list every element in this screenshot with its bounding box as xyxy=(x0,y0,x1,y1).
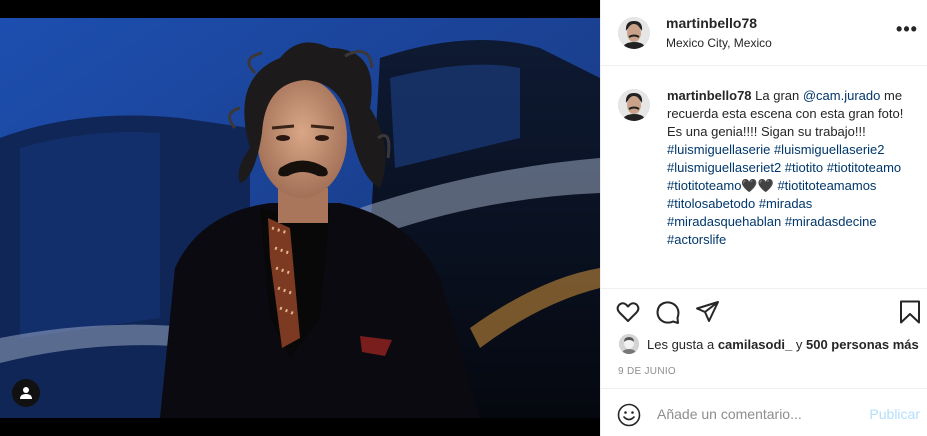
post-header: martinbello78 Mexico City, Mexico ••• xyxy=(601,0,927,66)
hashtag[interactable]: #miradasquehablan xyxy=(667,214,781,229)
tagged-users-button[interactable] xyxy=(12,379,40,407)
caption: martinbello78 La gran @cam.jurado me rec… xyxy=(618,87,918,249)
user-silhouette-icon xyxy=(20,387,32,399)
liker-username[interactable]: camilasodi_ xyxy=(718,337,792,352)
likes-summary: Les gusta a camilasodi_ y 500 personas m… xyxy=(619,334,919,354)
caption-username[interactable]: martinbello78 xyxy=(667,88,752,103)
caption-text: martinbello78 La gran @cam.jurado me rec… xyxy=(667,87,907,249)
photo-image xyxy=(0,18,600,418)
heart-icon[interactable] xyxy=(615,299,641,325)
post-photo[interactable] xyxy=(0,0,600,436)
hashtag[interactable]: #tiotitoteamamos xyxy=(777,178,876,193)
bookmark-icon[interactable] xyxy=(897,299,923,325)
liker-avatar[interactable] xyxy=(619,334,639,354)
post-side-panel: martinbello78 Mexico City, Mexico ••• ma… xyxy=(600,0,927,436)
likes-middle: y xyxy=(792,336,806,352)
hashtag[interactable]: #luismiguellaseriet2 xyxy=(667,160,781,175)
smiley-icon[interactable] xyxy=(617,403,641,427)
likes-count[interactable]: 500 personas más xyxy=(806,337,919,352)
more-options-icon: ••• xyxy=(896,19,918,39)
hashtag[interactable]: #tiotitoteamo xyxy=(827,160,901,175)
post-actions xyxy=(615,299,920,327)
actions-divider xyxy=(601,288,927,289)
caption-mention[interactable]: @cam.jurado xyxy=(803,88,881,103)
post-date[interactable]: 9 DE JUNIO xyxy=(618,366,676,377)
hashtag[interactable]: #luismiguellaserie xyxy=(667,142,770,157)
avatar-image xyxy=(618,89,650,121)
more-options-button[interactable]: ••• xyxy=(896,19,918,42)
avatar-image xyxy=(618,16,650,49)
comment-input[interactable] xyxy=(657,403,857,425)
hashtag[interactable]: #tiotito xyxy=(785,160,823,175)
header-location[interactable]: Mexico City, Mexico xyxy=(666,35,772,51)
hashtag[interactable]: #tiotitoteamo🖤🖤 xyxy=(667,178,774,193)
caption-intro: La gran xyxy=(751,88,803,103)
hashtag[interactable]: #miradasdecine xyxy=(785,214,877,229)
publish-button[interactable]: Publicar xyxy=(869,406,920,422)
hashtag[interactable]: #miradas xyxy=(759,196,812,211)
comment-bar: Publicar xyxy=(601,388,927,436)
avatar-image xyxy=(619,334,639,354)
hashtag[interactable]: #titolosabetodo xyxy=(667,196,755,211)
hashtag[interactable]: #luismiguellaserie2 xyxy=(774,142,885,157)
likes-text: Les gusta a camilasodi_ y 500 personas m… xyxy=(647,337,919,352)
post-header-text: martinbello78 Mexico City, Mexico xyxy=(666,14,772,51)
photo-frame xyxy=(0,18,600,418)
speech-bubble-icon[interactable] xyxy=(655,299,681,325)
caption-avatar[interactable] xyxy=(618,89,650,121)
paper-plane-icon[interactable] xyxy=(695,299,721,325)
avatar[interactable] xyxy=(618,16,650,49)
header-username[interactable]: martinbello78 xyxy=(666,14,772,32)
hashtag[interactable]: #actorslife xyxy=(667,232,726,247)
likes-prefix: Les gusta a xyxy=(647,336,718,352)
